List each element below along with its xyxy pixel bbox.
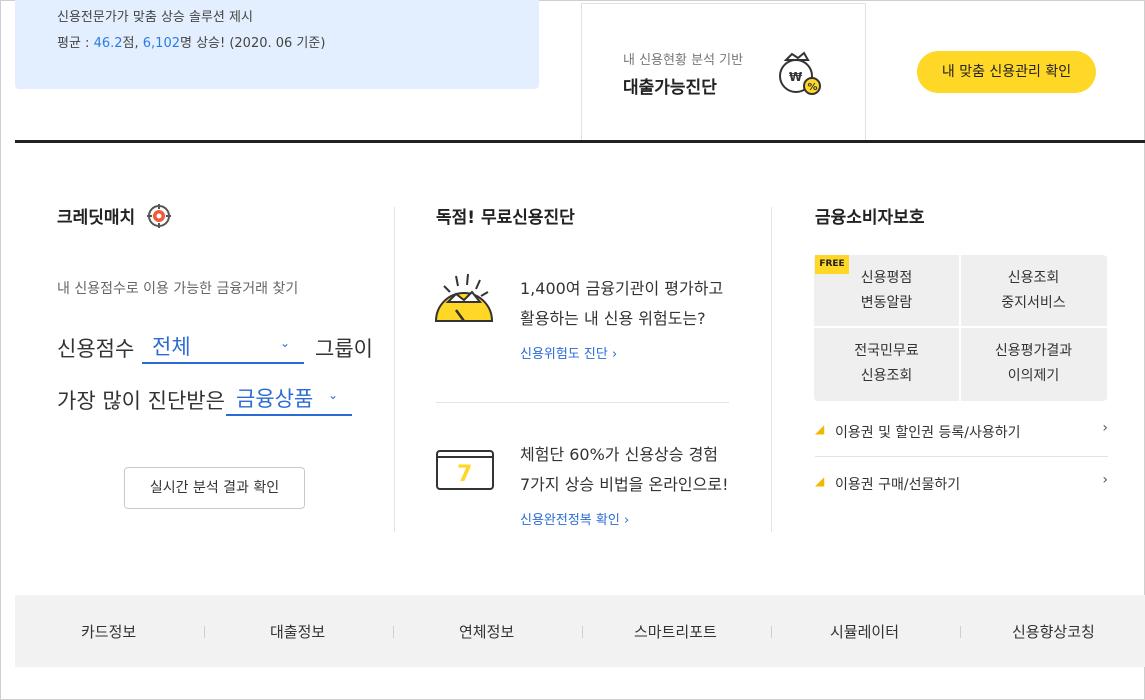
promo-avg-label: 평균 :: [57, 36, 94, 51]
nav-smart-report[interactable]: 스마트리포트: [634, 621, 717, 642]
free-badge: FREE: [815, 255, 849, 274]
calendar-badge-number: 7: [457, 462, 472, 487]
promo-line-1: 신용전문가가 맞춤 상승 솔루션 제시: [57, 10, 253, 25]
svg-text:%: %: [808, 82, 818, 93]
credit-mastery-line-1: 체험단 60%가 신용상승 경험: [520, 445, 719, 464]
loan-diagnosis-subtitle: 내 신용현황 분석 기반: [623, 53, 744, 68]
service-cell-objection[interactable]: 신용평가결과이의제기: [961, 328, 1106, 399]
cell-line-1: 신용조회: [1007, 269, 1060, 286]
target-icon: [147, 204, 171, 228]
credit-match-description: 내 신용점수로 이용 가능한 금융거래 찾기: [57, 281, 299, 297]
risk-diagnosis-link[interactable]: 신용위험도 진단 ›: [520, 343, 617, 362]
custom-credit-management-button[interactable]: 내 맞춤 신용관리 확인: [917, 51, 1096, 93]
promo-score-unit: 점,: [122, 36, 143, 51]
nav-loan-info[interactable]: 대출정보: [270, 621, 325, 642]
section-divider: [15, 140, 1145, 143]
chevron-right-icon: ›: [1102, 420, 1108, 436]
cell-line-1: 신용평가결과: [994, 342, 1073, 359]
service-cell-free-inquiry[interactable]: 전국민무료신용조회: [814, 328, 959, 399]
bottom-nav: 카드정보 대출정보 연체정보 스마트리포트 시뮬레이터 신용향상코칭: [15, 595, 1145, 667]
nav-separator: [771, 626, 772, 638]
nav-delinquency-info[interactable]: 연체정보: [459, 621, 514, 642]
nav-separator: [204, 626, 205, 638]
chevron-down-icon: ⌄: [279, 336, 290, 350]
voucher-register-label: 이용권 및 할인권 등록/사용하기: [835, 425, 1021, 441]
cell-line-2: 변동알람: [860, 294, 913, 311]
cell-line-2: 중지서비스: [1001, 294, 1066, 311]
calendar-seven-icon: 7: [436, 450, 494, 490]
nav-simulator[interactable]: 시뮬레이터: [830, 621, 899, 642]
money-bag-percent-icon: ₩ %: [779, 51, 821, 95]
item-divider: [436, 402, 729, 403]
promo-avg-score: 46.2: [93, 36, 123, 51]
cell-line-1: 신용평점: [860, 269, 913, 286]
voucher-purchase-link[interactable]: ◢ 이용권 구매/선물하기 ›: [815, 472, 1108, 496]
financial-product-select[interactable]: 금융상품 ⌄: [226, 380, 352, 416]
risk-diagnosis-text: 1,400여 금융기관이 평가하고 활용하는 내 신용 위험도는?: [520, 274, 723, 334]
service-grid: 신용평점 변동알람 신용조회 중지서비스 전국민무료 신용조회 신용평가결과 이의제기: [814, 255, 1107, 401]
svg-text:₩: ₩: [789, 70, 803, 84]
column-divider: [771, 207, 772, 532]
cell-line-1: 전국민무료: [854, 342, 919, 359]
chevron-right-icon: ›: [1102, 472, 1108, 488]
credit-mastery-text: 체험단 60%가 신용상승 경험 7가지 상승 비법을 온라인으로!: [520, 440, 729, 500]
risk-diagnosis-line-2: 활용하는 내 신용 위험도는?: [520, 309, 706, 328]
financial-product-select-value: 금융상품: [236, 387, 314, 411]
consumer-protection-title: 금융소비자보호: [815, 208, 925, 228]
credit-score-label: 신용점수: [57, 337, 135, 361]
credit-mastery-line-2: 7가지 상승 비법을 온라인으로!: [520, 475, 729, 494]
realtime-analysis-button[interactable]: 실시간 분석 결과 확인: [124, 467, 305, 509]
nav-separator: [582, 626, 583, 638]
nav-credit-coaching[interactable]: 신용향상코칭: [1012, 621, 1095, 642]
credit-score-select[interactable]: 전체 ⌄: [142, 328, 304, 364]
loan-diagnosis-box[interactable]: 내 신용현황 분석 기반 대출가능진단 ₩ %: [581, 3, 866, 141]
promo-line-2: 평균 : 46.2점, 6,102명 상승! (2020. 06 기준): [57, 32, 325, 51]
credit-match-title: 크레딧매치: [57, 208, 136, 228]
bullet-icon: ◢: [815, 422, 825, 436]
credit-score-select-value: 전체: [152, 335, 191, 359]
free-diagnosis-title: 독점! 무료신용진단: [436, 208, 575, 228]
nav-separator: [960, 626, 961, 638]
loan-diagnosis-title: 대출가능진단: [623, 78, 717, 98]
service-cell-inquiry-stop[interactable]: 신용조회중지서비스: [961, 255, 1106, 326]
risk-diagnosis-line-1: 1,400여 금융기관이 평가하고: [520, 279, 724, 298]
credit-mastery-link[interactable]: 신용완전정복 확인 ›: [520, 509, 629, 528]
most-diagnosed-label: 가장 많이 진단받은: [57, 389, 225, 413]
promo-avg-people: 6,102: [142, 36, 180, 51]
nav-separator: [393, 626, 394, 638]
voucher-register-link[interactable]: ◢ 이용권 및 할인권 등록/사용하기 ›: [815, 420, 1108, 444]
chevron-down-icon: ⌄: [327, 388, 338, 402]
group-suffix-label: 그룹이: [315, 337, 373, 361]
risk-gauge-icon: [434, 273, 494, 322]
nav-card-info[interactable]: 카드정보: [81, 621, 136, 642]
cell-line-2: 이의제기: [1007, 367, 1060, 384]
cell-line-2: 신용조회: [860, 367, 913, 384]
promo-banner[interactable]: 신용전문가가 맞춤 상승 솔루션 제시 평균 : 46.2점, 6,102명 상…: [15, 0, 539, 89]
voucher-purchase-label: 이용권 구매/선물하기: [835, 477, 961, 493]
link-divider: [815, 456, 1108, 457]
bullet-icon: ◢: [815, 474, 825, 488]
column-divider: [394, 207, 395, 532]
promo-line-2-suffix: 명 상승! (2020. 06 기준): [179, 36, 326, 51]
